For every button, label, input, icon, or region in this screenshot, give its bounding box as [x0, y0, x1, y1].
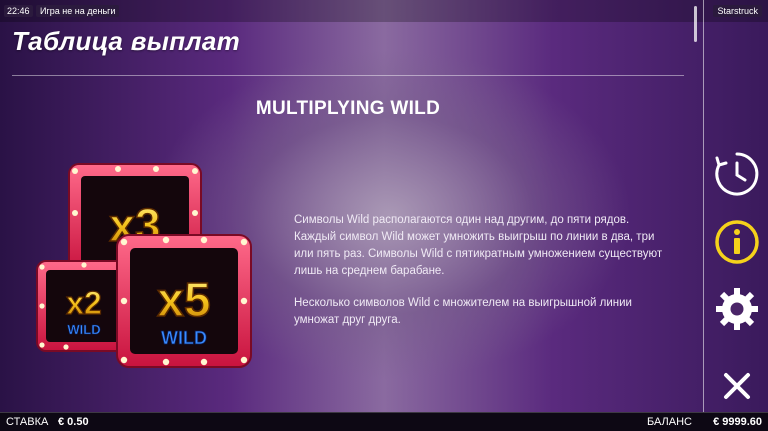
wild-x5-symbol: x5 WILD: [116, 234, 252, 368]
title-divider: [12, 75, 684, 76]
play-mode-badge: Игра не на деньги: [36, 5, 120, 17]
x5-wild-label: WILD: [161, 328, 207, 348]
section-heading: MULTIPLYING WILD: [255, 98, 441, 119]
balance-label: БАЛАНС: [647, 416, 692, 428]
clock-time: 22:46: [4, 5, 33, 17]
bet-value: € 0.50: [58, 416, 89, 428]
scrollbar-thumb[interactable]: [694, 6, 697, 42]
x2-wild-label: WILD: [67, 322, 100, 337]
info-icon[interactable]: [713, 218, 761, 266]
gear-icon[interactable]: [713, 285, 761, 333]
description-paragraph-2: Несколько символов Wild с множителем на …: [294, 297, 632, 326]
close-icon[interactable]: [713, 362, 761, 410]
page-title: Таблица выплат: [12, 26, 241, 56]
x2-multiplier-text: x2: [66, 285, 102, 321]
bottom-bar: СТАВКА € 0.50 БАЛАНС € 9999.60: [0, 412, 768, 431]
sidebar: [703, 0, 768, 412]
balance-value: € 9999.60: [713, 416, 762, 428]
bet-label: СТАВКА: [6, 416, 49, 428]
clock-icon[interactable]: [713, 150, 761, 198]
x5-multiplier-text: x5: [157, 274, 210, 327]
description-paragraph-1: Символы Wild располагаются один над друг…: [294, 214, 663, 277]
